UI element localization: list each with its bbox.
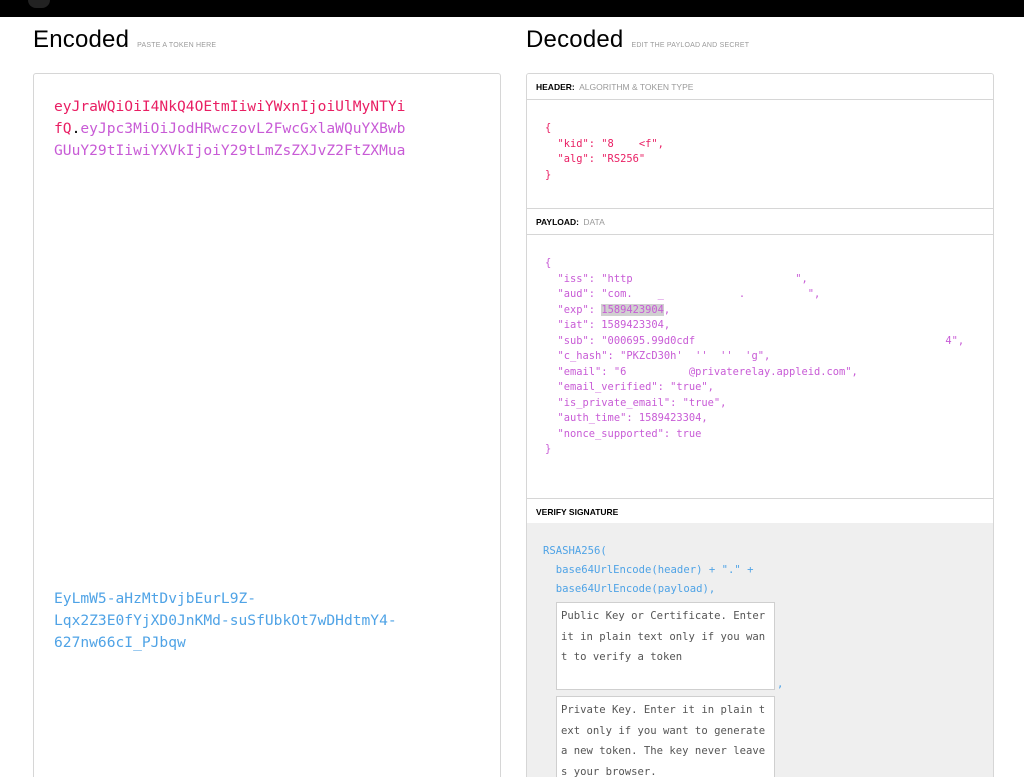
header-json-editor[interactable]: { "kid": "8 <f", "alg": "RS256" } (545, 121, 664, 183)
payload-line-nonce: "nonce_supported": true (545, 427, 702, 440)
token-signature-part[interactable]: EyLmW5-aHzMtDvjbEurL9Z- Lqx2Z3E0fYjXD0Jn… (54, 588, 397, 654)
public-key-input[interactable]: Public Key or Certificate. Enter it in p… (556, 602, 775, 690)
payload-line-email-verified: "email_verified": "true", (545, 381, 714, 393)
payload-line-sub: "sub": "000695.99d0cdf 4", (545, 334, 965, 347)
decoded-title: Decoded (526, 26, 624, 53)
payload-line-exp: "exp": 1589423904, (545, 303, 964, 319)
payload-line-chash: "c_hash": "PKZcD30h' '' '' 'g", (545, 350, 771, 362)
sig-line-payload: base64UrlEncode(payload), (543, 583, 716, 595)
header-section-label: HEADER: ALGORITHM & TOKEN TYPE (527, 74, 993, 100)
encoded-token-text[interactable]: eyJraWQiOiI4NkQ4OEtmIiwiYWxnIjoiUlMyNTYi… (54, 96, 405, 162)
payload-line-aud: "aud": "com. _ . ", (545, 288, 821, 300)
exp-value-selected[interactable]: 1589423904 (601, 303, 664, 316)
payload-line: { (545, 257, 552, 269)
signature-label: VERIFY SIGNATURE (536, 507, 619, 517)
payload-line-auth-time: "auth_time": 1589423304, (545, 412, 708, 424)
encoded-heading: Encoded PASTE A TOKEN HERE (33, 26, 216, 54)
encoded-hint: PASTE A TOKEN HERE (137, 42, 217, 49)
payload-label: PAYLOAD: (536, 217, 579, 227)
payload-json-editor[interactable]: { "iss": "http ", "aud": "com. _ . ", "e… (545, 256, 964, 458)
decoded-heading: Decoded EDIT THE PAYLOAD AND SECRET (526, 26, 749, 54)
sig-line-algorithm: RSASHA256( (543, 545, 607, 557)
decoded-hint: EDIT THE PAYLOAD AND SECRET (631, 42, 750, 49)
logo-icon[interactable] (28, 0, 50, 8)
exp-key: "exp": (545, 303, 602, 316)
payload-section-label: PAYLOAD: DATA (527, 209, 993, 235)
private-key-input[interactable]: Private Key. Enter it in plain text only… (556, 696, 775, 777)
exp-tail: , (663, 303, 671, 316)
verify-signature-area: RSASHA256( base64UrlEncode(header) + "."… (527, 523, 993, 777)
payload-line-iss: "iss": "http ", (545, 272, 808, 285)
signature-section-label: VERIFY SIGNATURE (527, 499, 993, 525)
sig-comma: , (777, 678, 784, 690)
token-payload-part: eyJpc3MiOiJodHRwczovL2FwcGxlaWQuYXBwb GU… (54, 120, 406, 159)
sig-line-header: base64UrlEncode(header) + "." + (543, 564, 754, 576)
decoded-panel: HEADER: ALGORITHM & TOKEN TYPE { "kid": … (526, 73, 994, 777)
payload-line-email: "email": "6 @privaterelay.appleid.com", (545, 365, 858, 378)
payload-line-iat: "iat": 1589423304, (545, 319, 671, 331)
encoded-token-editor[interactable]: eyJraWQiOiI4NkQ4OEtmIiwiYWxnIjoiUlMyNTYi… (33, 73, 501, 777)
encoded-title: Encoded (33, 26, 130, 53)
payload-line: } (545, 443, 552, 455)
top-nav-bar (0, 0, 1024, 17)
payload-sublabel: DATA (583, 217, 605, 227)
header-sublabel: ALGORITHM & TOKEN TYPE (579, 82, 694, 92)
header-label: HEADER: (536, 82, 575, 92)
payload-line-is-private-email: "is_private_email": "true", (545, 396, 727, 409)
